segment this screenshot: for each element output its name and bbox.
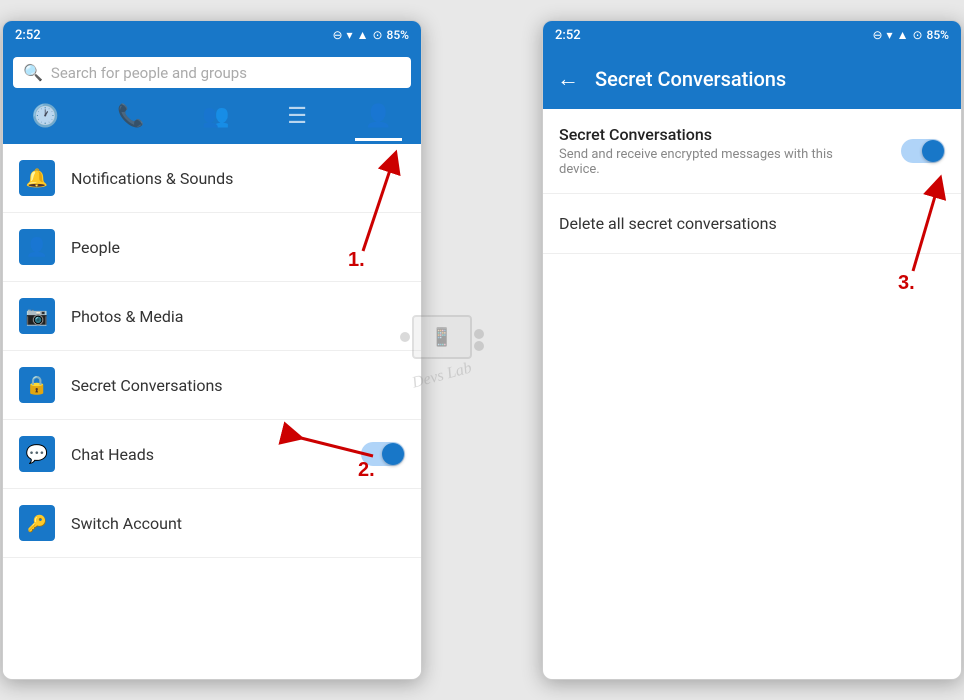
- search-input-wrap[interactable]: 🔍 Search for people and groups: [13, 57, 411, 88]
- menu-list: 🔔 Notifications & Sounds 👤 People 📷: [3, 144, 421, 676]
- svg-text:3.: 3.: [898, 272, 915, 294]
- minus-icon: ⊖: [332, 28, 342, 42]
- menu-icon: ☰: [287, 104, 307, 129]
- chat-icon: 💬: [26, 444, 48, 465]
- chat-icon-wrap: 💬: [19, 436, 55, 472]
- people-icon: 👥: [202, 104, 229, 129]
- status-icons-1: ⊖ ▾ ▲ ⊙ 85%: [332, 28, 409, 42]
- search-bar: 🔍 Search for people and groups: [3, 49, 421, 96]
- secret-conv-toggle[interactable]: [901, 139, 945, 163]
- clock-icon: 🕐: [32, 104, 59, 129]
- tab-calls[interactable]: 📞: [107, 100, 154, 133]
- battery-outline-icon-2: ⊙: [912, 28, 922, 42]
- phone1: 2:52 ⊖ ▾ ▲ ⊙ 85% 🔍 Search for people and…: [2, 20, 422, 680]
- secret-conv-title: Secret Conversations: [559, 125, 891, 144]
- tab-account[interactable]: 👤: [355, 100, 402, 133]
- chatheads-label: Chat Heads: [71, 445, 361, 464]
- toggle-knob-1: [382, 443, 404, 465]
- lock-icon: 🔒: [26, 375, 48, 396]
- menu-item-secret[interactable]: 🔒 Secret Conversations: [3, 351, 421, 420]
- lock-icon-wrap: 🔒: [19, 367, 55, 403]
- tab-menu[interactable]: ☰: [277, 100, 317, 133]
- camera-icon: 📷: [26, 306, 48, 327]
- status-bar-1: 2:52 ⊖ ▾ ▲ ⊙ 85%: [3, 21, 421, 49]
- signal-icon-2: ▾: [887, 28, 893, 42]
- menu-item-photos[interactable]: 📷 Photos & Media: [3, 282, 421, 351]
- menu-item-chatheads[interactable]: 💬 Chat Heads: [3, 420, 421, 489]
- people-label: People: [71, 238, 405, 257]
- account-icon: 👤: [365, 104, 392, 129]
- key-icon-wrap: 🔑: [19, 505, 55, 541]
- secret-conv-setting[interactable]: Secret Conversations Send and receive en…: [543, 109, 961, 194]
- tab-recent[interactable]: 🕐: [22, 100, 69, 133]
- bell-icon-wrap: 🔔: [19, 160, 55, 196]
- settings-content: Secret Conversations Send and receive en…: [543, 109, 961, 254]
- phone2-wrapper: 2:52 ⊖ ▾ ▲ ⊙ 85% ← Secret Conversations: [542, 20, 962, 680]
- phone2: 2:52 ⊖ ▾ ▲ ⊙ 85% ← Secret Conversations: [542, 20, 962, 680]
- page-header: ← Secret Conversations: [543, 49, 961, 109]
- battery-pct-1: 85%: [387, 28, 409, 42]
- search-icon: 🔍: [23, 63, 43, 82]
- menu-item-people[interactable]: 👤 People: [3, 213, 421, 282]
- chatheads-toggle-wrap[interactable]: [361, 442, 405, 466]
- secret-conv-toggle-wrap[interactable]: [901, 139, 945, 163]
- time-1: 2:52: [15, 28, 41, 43]
- search-placeholder: Search for people and groups: [51, 64, 247, 82]
- battery-pct-2: 85%: [927, 28, 949, 42]
- person-icon: 👤: [26, 237, 48, 258]
- battery-outline-icon: ⊙: [372, 28, 382, 42]
- secret-conv-text: Secret Conversations Send and receive en…: [559, 125, 891, 177]
- delete-secret-label: Delete all secret conversations: [559, 214, 777, 233]
- status-bar-2: 2:52 ⊖ ▾ ▲ ⊙ 85%: [543, 21, 961, 49]
- person-icon-wrap: 👤: [19, 229, 55, 265]
- chatheads-toggle[interactable]: [361, 442, 405, 466]
- page-title: Secret Conversations: [595, 67, 786, 91]
- tab-groups[interactable]: 👥: [192, 100, 239, 133]
- menu-item-switchaccount[interactable]: 🔑 Switch Account: [3, 489, 421, 558]
- wifi-icon: ▲: [357, 28, 369, 42]
- notifications-label: Notifications & Sounds: [71, 169, 405, 188]
- key-icon: 🔑: [27, 514, 47, 533]
- phone-icon: 📞: [117, 104, 144, 129]
- phone1-wrapper: 2:52 ⊖ ▾ ▲ ⊙ 85% 🔍 Search for people and…: [2, 20, 422, 680]
- menu-item-notifications[interactable]: 🔔 Notifications & Sounds: [3, 144, 421, 213]
- signal-icon: ▾: [347, 28, 353, 42]
- secret-label: Secret Conversations: [71, 376, 405, 395]
- status-icons-2: ⊖ ▾ ▲ ⊙ 85%: [872, 28, 949, 42]
- switchaccount-label: Switch Account: [71, 514, 405, 533]
- delete-secret-item[interactable]: Delete all secret conversations: [543, 194, 961, 254]
- nav-tabs: 🕐 📞 👥 ☰ 👤: [3, 96, 421, 144]
- minus-icon-2: ⊖: [872, 28, 882, 42]
- wifi-icon-2: ▲: [897, 28, 909, 42]
- toggle-knob-2: [922, 140, 944, 162]
- back-button[interactable]: ←: [557, 66, 579, 92]
- photos-label: Photos & Media: [71, 307, 405, 326]
- bell-icon: 🔔: [26, 168, 48, 189]
- camera-icon-wrap: 📷: [19, 298, 55, 334]
- secret-conv-subtitle: Send and receive encrypted messages with…: [559, 147, 839, 177]
- time-2: 2:52: [555, 28, 581, 43]
